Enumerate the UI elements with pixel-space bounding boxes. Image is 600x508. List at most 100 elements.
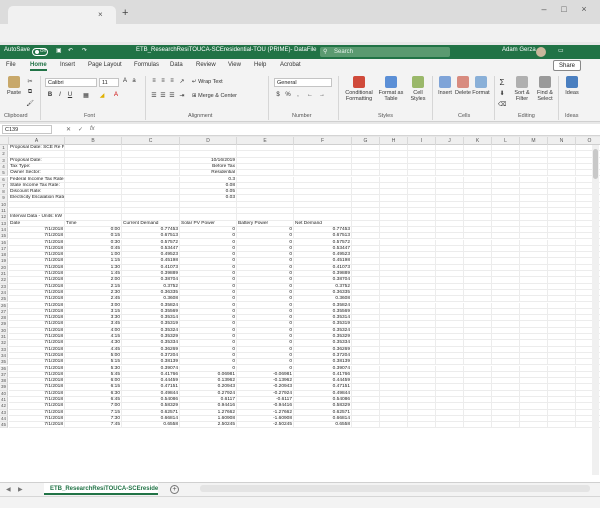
indent-icon[interactable]: ⇥	[178, 92, 186, 100]
format-painter-icon[interactable]: 🖌	[26, 100, 34, 108]
cell[interactable]: 0.6558	[294, 422, 352, 429]
share-button[interactable]: Share	[553, 60, 581, 71]
save-icon[interactable]: ▣	[56, 47, 62, 54]
tab-formulas[interactable]: Formulas	[134, 62, 159, 68]
find-select-button[interactable]: Find & Select	[534, 76, 556, 110]
percent-icon[interactable]: %	[284, 92, 292, 100]
copy-icon[interactable]: ⧉	[26, 89, 34, 97]
align-bottom-icon[interactable]: ≡	[168, 78, 176, 86]
tab-acrobat[interactable]: Acrobat	[280, 62, 301, 68]
column-header[interactable]: M	[520, 137, 548, 145]
close-tab-icon[interactable]: ×	[98, 10, 103, 19]
column-header[interactable]: K	[464, 137, 492, 145]
next-sheet-icon[interactable]: ▶	[18, 486, 23, 493]
underline-icon[interactable]: U	[66, 92, 74, 100]
cell[interactable]	[352, 422, 380, 429]
window-close-icon[interactable]: ×	[578, 4, 590, 16]
format-as-table-button[interactable]: Format as Table	[377, 76, 405, 110]
tab-help[interactable]: Help	[254, 62, 266, 68]
search-box[interactable]: ⚲ Search	[320, 47, 450, 57]
cell[interactable]	[492, 422, 520, 429]
scroll-thumb[interactable]	[593, 149, 598, 179]
cell[interactable]	[436, 422, 464, 429]
cancel-icon[interactable]: ✕	[66, 126, 71, 133]
sheet-tab[interactable]: ETB_ResearchResiTOUCA-SCEreside	[44, 483, 158, 495]
ribbon-display-icon[interactable]: ▭	[558, 47, 564, 54]
cell[interactable]: 2.50245	[180, 422, 237, 429]
tab-insert[interactable]: Insert	[60, 62, 75, 68]
user-name[interactable]: Adam Gerza	[502, 47, 536, 53]
tab-home[interactable]: Home	[30, 62, 47, 71]
cell-styles-button[interactable]: Cell Styles	[407, 76, 429, 110]
format-cells-button[interactable]: Format	[470, 76, 492, 110]
column-header[interactable]: O	[576, 137, 600, 145]
avatar[interactable]	[536, 47, 546, 57]
cell[interactable]: 0.6558	[122, 422, 180, 429]
tab-file[interactable]: File	[6, 62, 16, 68]
align-right-icon[interactable]: ☰	[168, 92, 176, 100]
font-name-select[interactable]: Calibri	[45, 78, 97, 87]
cell[interactable]	[464, 422, 492, 429]
spreadsheet-grid[interactable]: ABCDEFGHIJKLMNOPQ 1Proposal Date: SCE Re…	[0, 137, 600, 482]
clear-icon[interactable]: ⌫	[498, 101, 506, 109]
conditional-formatting-button[interactable]: Conditional Formatting	[343, 76, 375, 110]
redo-icon[interactable]: ↷	[82, 47, 87, 54]
bold-icon[interactable]: B	[46, 92, 54, 100]
fill-icon[interactable]: ⬇	[498, 90, 506, 98]
cell[interactable]	[408, 422, 436, 429]
paste-button[interactable]: Paste	[3, 76, 25, 110]
comma-icon[interactable]: ,	[294, 92, 302, 100]
cell[interactable]	[380, 422, 408, 429]
column-header[interactable]: L	[492, 137, 520, 145]
column-header[interactable]: J	[436, 137, 464, 145]
tab-view[interactable]: View	[228, 62, 241, 68]
merge-center-button[interactable]: ⊞ Merge & Center	[192, 93, 237, 102]
cell[interactable]	[548, 422, 576, 429]
cell[interactable]: -2.50245	[237, 422, 294, 429]
align-center-icon[interactable]: ☰	[159, 92, 167, 100]
italic-icon[interactable]: I	[56, 92, 64, 100]
align-top-icon[interactable]: ≡	[150, 78, 158, 86]
maximize-icon[interactable]: □	[558, 4, 570, 16]
column-header[interactable]: A	[9, 137, 65, 145]
column-header[interactable]: N	[548, 137, 576, 145]
cell[interactable]	[520, 422, 548, 429]
undo-icon[interactable]: ↶	[68, 47, 73, 54]
number-format-select[interactable]: General	[274, 78, 332, 87]
enter-icon[interactable]: ✓	[78, 126, 83, 133]
tab-data[interactable]: Data	[170, 62, 183, 68]
row-number[interactable]: 45	[0, 422, 8, 429]
column-header[interactable]: H	[380, 137, 408, 145]
horizontal-scrollbar[interactable]	[200, 485, 590, 492]
select-all-corner[interactable]	[0, 137, 9, 145]
wrap-text-button[interactable]: ↵ Wrap Text	[192, 79, 223, 88]
column-header[interactable]: C	[122, 137, 180, 145]
increase-decimal-icon[interactable]: ←	[306, 92, 314, 100]
minimize-icon[interactable]: –	[538, 4, 550, 16]
cut-icon[interactable]: ✂	[26, 78, 34, 86]
borders-icon[interactable]: ▦	[82, 92, 90, 100]
ideas-button[interactable]: Ideas	[562, 76, 582, 110]
tab-page-layout[interactable]: Page Layout	[88, 62, 122, 68]
new-tab-button[interactable]: +	[122, 7, 128, 19]
column-header[interactable]: D	[180, 137, 237, 145]
orientation-icon[interactable]: ↗	[178, 78, 186, 86]
font-color-icon[interactable]: A	[112, 92, 120, 100]
decrease-decimal-icon[interactable]: →	[318, 92, 326, 100]
font-size-select[interactable]: 11	[99, 78, 119, 87]
increase-font-icon[interactable]: A	[121, 78, 129, 86]
column-header[interactable]: E	[237, 137, 294, 145]
sort-filter-button[interactable]: Sort & Filter	[512, 76, 532, 110]
column-header[interactable]: F	[294, 137, 352, 145]
vertical-scrollbar[interactable]	[592, 145, 599, 475]
column-header[interactable]: G	[352, 137, 380, 145]
prev-sheet-icon[interactable]: ◀	[6, 486, 11, 493]
cell[interactable]: 7:45	[65, 422, 122, 429]
add-sheet-button[interactable]: +	[170, 485, 179, 494]
name-box[interactable]: C139	[2, 125, 52, 134]
column-header[interactable]: I	[408, 137, 436, 145]
decrease-font-icon[interactable]: a	[130, 78, 138, 86]
align-left-icon[interactable]: ☰	[150, 92, 158, 100]
column-header[interactable]: B	[65, 137, 122, 145]
insert-function-icon[interactable]: fx	[90, 126, 95, 132]
